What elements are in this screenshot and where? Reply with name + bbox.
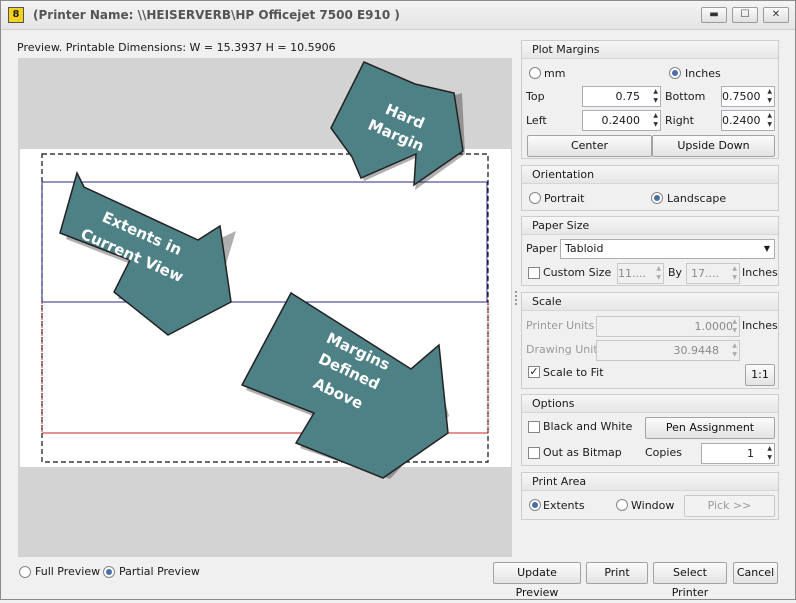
print-area-title: Print Area: [522, 473, 778, 491]
drawing-units-value: 30.9448: [673, 344, 720, 357]
extents-callout: Extents in Current View: [59, 170, 236, 336]
maximize-button[interactable]: ☐: [732, 7, 758, 23]
landscape-label: Landscape: [667, 192, 727, 205]
printer-units-unit: Inches: [742, 319, 778, 332]
left-margin-input[interactable]: 0.2400: [582, 110, 661, 131]
out-as-bitmap-checkbox[interactable]: [528, 447, 540, 459]
out-as-bitmap-label: Out as Bitmap: [543, 446, 622, 459]
custom-height-input[interactable]: 17....: [686, 263, 740, 284]
hard-margin-callout: Hard Margin: [330, 61, 465, 190]
partial-preview-radio[interactable]: [103, 566, 115, 578]
mm-radio[interactable]: [529, 67, 541, 79]
copies-label: Copies: [645, 446, 682, 459]
update-preview-button[interactable]: Update Preview: [493, 562, 581, 599]
left-margin-value: 0.2400: [601, 114, 641, 127]
print-dialog-window: 8 (Printer Name: \\HEISERVERB\HP Officej…: [0, 0, 796, 600]
partial-preview-label: Partial Preview: [119, 565, 200, 578]
black-white-checkbox[interactable]: [528, 421, 540, 433]
custom-unit-label: Inches: [742, 266, 778, 279]
select-printer-button[interactable]: Select Printer: [653, 562, 727, 599]
bottom-label: Bottom: [665, 90, 706, 103]
black-white-label: Black and White: [543, 420, 633, 433]
printer-units-input[interactable]: 1.0000: [596, 316, 740, 337]
top-margin-input[interactable]: 0.75: [582, 86, 661, 107]
full-preview-radio[interactable]: [19, 566, 31, 578]
right-margin-value: 0.2400: [722, 114, 761, 127]
paper-select-value: Tabloid: [565, 242, 604, 255]
title-bar[interactable]: 8 (Printer Name: \\HEISERVERB\HP Officej…: [1, 1, 795, 30]
right-label: Right: [665, 114, 694, 127]
orientation-title: Orientation: [522, 166, 778, 184]
window-label: Window: [631, 499, 675, 512]
options-group: Options Black and White Pen Assignment O…: [521, 394, 779, 466]
drawing-units-label: Drawing Units: [526, 343, 604, 356]
scale-to-fit-label: Scale to Fit: [543, 366, 604, 379]
print-button[interactable]: Print: [586, 562, 648, 584]
bottom-margin-value: 0.7500: [722, 90, 761, 103]
center-button[interactable]: Center: [527, 135, 652, 157]
app-icon: 8: [8, 7, 24, 23]
window-radio[interactable]: [616, 499, 628, 511]
right-margin-input[interactable]: 0.2400: [721, 110, 775, 131]
custom-size-label: Custom Size: [543, 266, 612, 279]
custom-height-value: 17....: [691, 267, 719, 280]
top-label: Top: [526, 90, 545, 103]
top-margin-value: 0.75: [615, 90, 641, 103]
plot-margins-group: Plot Margins mm Inches Top 0.75 Bottom 0…: [521, 40, 779, 159]
paper-select[interactable]: Tabloid ▼: [560, 239, 775, 259]
inches-radio[interactable]: [669, 67, 681, 79]
pick-button[interactable]: Pick >>: [684, 495, 775, 517]
copies-value: 1: [747, 447, 754, 460]
close-button[interactable]: ✕: [763, 7, 789, 23]
custom-width-value: 11....: [618, 267, 646, 280]
plot-margins-title: Plot Margins: [522, 41, 778, 59]
paper-size-title: Paper Size: [522, 217, 778, 235]
inches-label: Inches: [685, 67, 721, 80]
one-to-one-button[interactable]: 1:1: [745, 364, 775, 386]
orientation-group: Orientation Portrait Landscape: [521, 165, 779, 211]
copies-input[interactable]: 1: [701, 443, 775, 464]
print-area-group: Print Area Extents Window Pick >>: [521, 472, 779, 520]
printer-units-label: Printer Units: [526, 319, 595, 332]
custom-size-checkbox[interactable]: [528, 267, 540, 279]
options-title: Options: [522, 395, 778, 413]
window-title: (Printer Name: \\HEISERVERB\HP Officejet…: [33, 8, 400, 22]
chevron-down-icon: ▼: [763, 244, 770, 253]
pen-assignment-button[interactable]: Pen Assignment: [645, 417, 775, 439]
drawing-units-input[interactable]: 30.9448: [596, 340, 740, 361]
landscape-radio[interactable]: [651, 192, 663, 204]
extents-radio[interactable]: [529, 499, 541, 511]
printer-units-value: 1.0000: [694, 320, 734, 333]
by-label: By: [668, 266, 683, 279]
scale-to-fit-checkbox[interactable]: ✓: [528, 366, 540, 378]
minimize-button[interactable]: ▬: [701, 7, 727, 23]
cancel-button[interactable]: Cancel: [733, 562, 778, 584]
printable-dimensions-label: Preview. Printable Dimensions: W = 15.39…: [17, 41, 336, 54]
preview-canvas: Hard Margin Extents in Current View Marg…: [18, 58, 512, 557]
portrait-label: Portrait: [544, 192, 585, 205]
margins-defined-callout: Margins Defined Above: [240, 291, 449, 479]
preview-overlay: Hard Margin Extents in Current View Marg…: [41, 61, 489, 479]
splitter-grip[interactable]: [515, 291, 517, 305]
portrait-radio[interactable]: [529, 192, 541, 204]
full-preview-label: Full Preview: [35, 565, 101, 578]
paper-size-group: Paper Size Paper Tabloid ▼ Custom Size 1…: [521, 216, 779, 286]
scale-title: Scale: [522, 293, 778, 311]
paper-label: Paper: [526, 242, 558, 255]
left-label: Left: [526, 114, 547, 127]
bottom-margin-input[interactable]: 0.7500: [721, 86, 775, 107]
scale-group: Scale Printer Units 1.0000 Inches Drawin…: [521, 292, 779, 389]
extents-label: Extents: [543, 499, 585, 512]
upside-down-button[interactable]: Upside Down: [652, 135, 775, 157]
mm-label: mm: [544, 67, 566, 80]
custom-width-input[interactable]: 11....: [617, 263, 664, 284]
